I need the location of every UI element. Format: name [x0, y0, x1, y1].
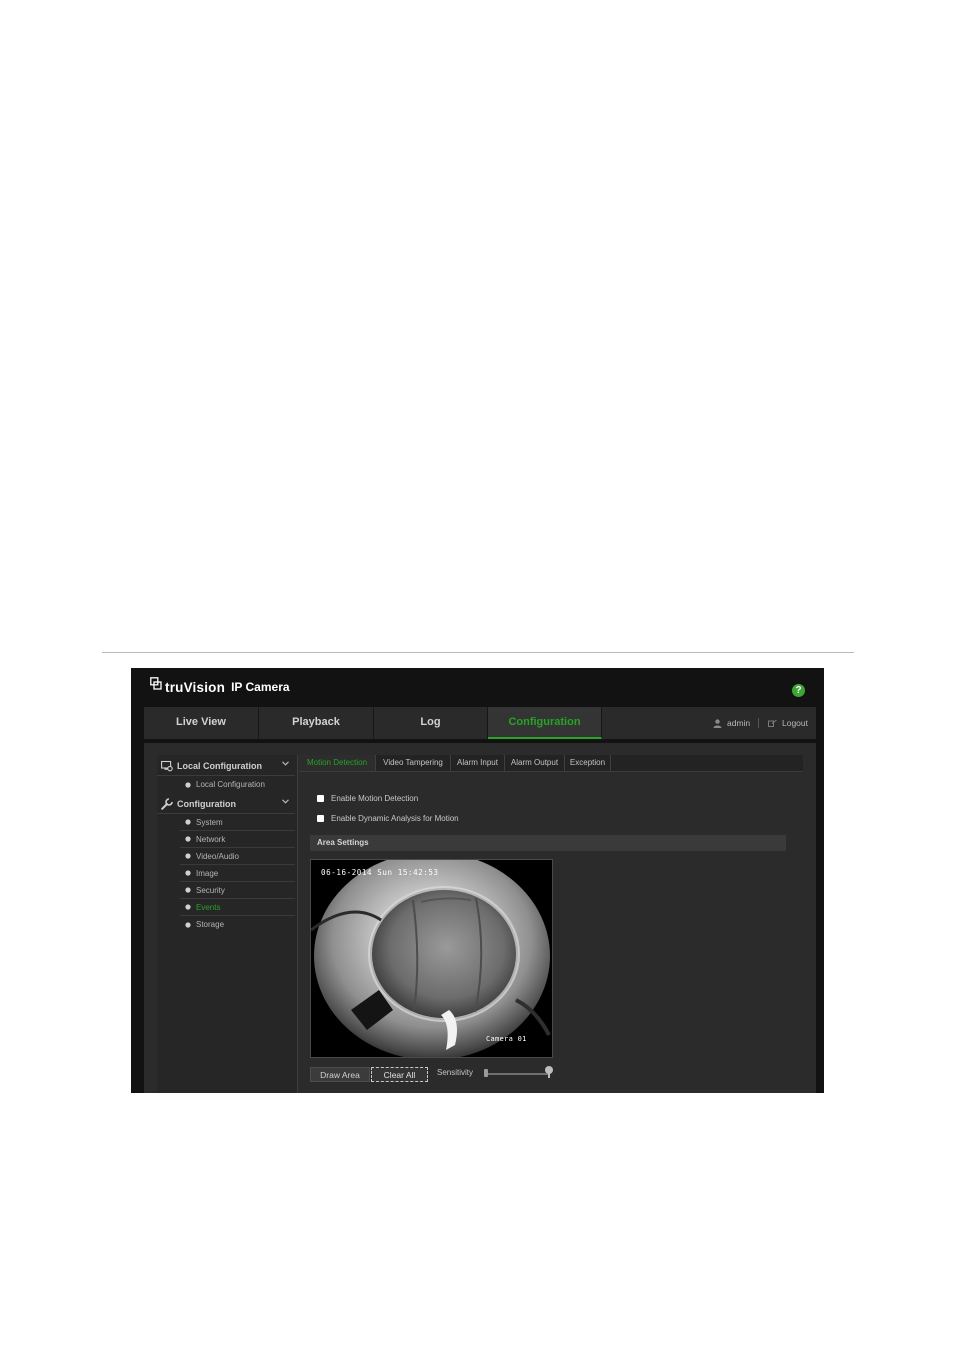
sensitivity-slider-min-handle	[484, 1069, 488, 1077]
username: admin	[727, 718, 751, 728]
truvision-logo-icon	[150, 677, 162, 690]
page-divider	[102, 652, 854, 653]
sidebar-item-image[interactable]: Image	[180, 865, 295, 882]
sidebar-item-label: System	[196, 817, 223, 827]
sidebar-section-label: Local Configuration	[177, 761, 262, 771]
enable-motion-detection-label: Enable Motion Detection	[331, 793, 419, 803]
logout-label: Logout	[782, 718, 808, 728]
logout-icon	[768, 719, 777, 727]
tab-live-view[interactable]: Live View	[144, 707, 259, 739]
tab-configuration[interactable]: Configuration	[488, 707, 602, 739]
osd-camera-name: Camera 01	[486, 1035, 527, 1043]
wrench-icon	[161, 798, 173, 810]
user-separator	[758, 718, 759, 728]
chevron-down-icon	[282, 799, 289, 804]
help-icon[interactable]: ?	[792, 684, 805, 697]
sidebar: Local Configuration Local Configuration …	[157, 755, 298, 1093]
user-icon	[713, 718, 722, 728]
fisheye-image	[311, 860, 552, 1057]
enable-motion-detection-row[interactable]: Enable Motion Detection	[317, 792, 418, 804]
draw-area-button[interactable]: Draw Area	[310, 1067, 370, 1082]
sensitivity-label: Sensitivity	[437, 1068, 474, 1077]
bullet-icon	[185, 904, 191, 910]
tab-alarm-input[interactable]: Alarm Input	[451, 755, 505, 771]
sidebar-item-storage[interactable]: Storage	[180, 916, 295, 933]
content-panel: Local Configuration Local Configuration …	[144, 743, 816, 1093]
sidebar-item-system[interactable]: System	[180, 814, 295, 831]
logout-link[interactable]: Logout	[768, 707, 808, 739]
brand: truVision IP Camera	[150, 676, 290, 698]
tab-motion-detection[interactable]: Motion Detection	[299, 755, 376, 771]
sidebar-section-configuration[interactable]: Configuration	[157, 795, 295, 814]
chevron-down-icon	[282, 761, 289, 766]
osd-timestamp: 06-16-2014 Sun 15:42:53	[321, 868, 439, 877]
main-nav: Live View Playback Log Configuration adm…	[144, 707, 816, 740]
sidebar-item-video-audio[interactable]: Video/Audio	[180, 848, 295, 865]
sidebar-item-network[interactable]: Network	[180, 831, 295, 848]
main-panel: Motion Detection Video Tampering Alarm I…	[299, 755, 816, 1093]
sensitivity-slider-track[interactable]	[487, 1073, 549, 1075]
clear-all-button[interactable]: Clear All	[371, 1067, 428, 1082]
video-preview[interactable]: 06-16-2014 Sun 15:42:53 Camera 01	[310, 859, 553, 1058]
tab-playback[interactable]: Playback	[259, 707, 374, 739]
enable-dynamic-analysis-checkbox[interactable]	[317, 814, 324, 822]
ip-camera-web-ui: truVision IP Camera ? Live View Playback…	[131, 668, 824, 1093]
sidebar-item-security[interactable]: Security	[180, 882, 295, 899]
sidebar-section-local-configuration[interactable]: Local Configuration	[157, 757, 295, 776]
bullet-icon	[185, 853, 191, 859]
enable-motion-detection-checkbox[interactable]	[317, 794, 324, 802]
sidebar-section-label: Configuration	[177, 799, 236, 809]
sidebar-item-label: Security	[196, 885, 225, 895]
user-account[interactable]: admin	[713, 707, 750, 739]
sidebar-item-label: Local Configuration	[196, 780, 265, 789]
sidebar-item-label: Video/Audio	[196, 851, 239, 861]
bullet-icon	[185, 921, 191, 928]
sidebar-item-events[interactable]: Events	[180, 899, 295, 916]
enable-dynamic-analysis-row[interactable]: Enable Dynamic Analysis for Motion	[317, 812, 459, 824]
event-subtabs: Motion Detection Video Tampering Alarm I…	[299, 755, 803, 772]
bullet-icon	[185, 819, 191, 825]
brand-subtitle: IP Camera	[231, 680, 290, 694]
monitor-gear-icon	[161, 760, 173, 772]
tab-video-tampering[interactable]: Video Tampering	[376, 755, 451, 771]
sidebar-item-label: Storage	[196, 920, 225, 929]
enable-dynamic-analysis-label: Enable Dynamic Analysis for Motion	[331, 813, 459, 823]
sidebar-item-label: Image	[196, 868, 219, 878]
brand-name: truVision	[165, 679, 226, 695]
bullet-icon	[185, 836, 191, 842]
tab-exception[interactable]: Exception	[565, 755, 611, 771]
area-settings-header: Area Settings	[310, 835, 786, 851]
tab-alarm-output[interactable]: Alarm Output	[505, 755, 565, 771]
bullet-icon	[185, 781, 191, 788]
sensitivity-slider-handle[interactable]	[545, 1066, 553, 1074]
bullet-icon	[185, 870, 191, 876]
sidebar-item-local-configuration[interactable]: Local Configuration	[180, 776, 295, 793]
sidebar-item-label: Network	[196, 834, 226, 844]
tab-log[interactable]: Log	[374, 707, 488, 739]
bullet-icon	[185, 887, 191, 893]
sidebar-item-label: Events	[196, 902, 221, 912]
